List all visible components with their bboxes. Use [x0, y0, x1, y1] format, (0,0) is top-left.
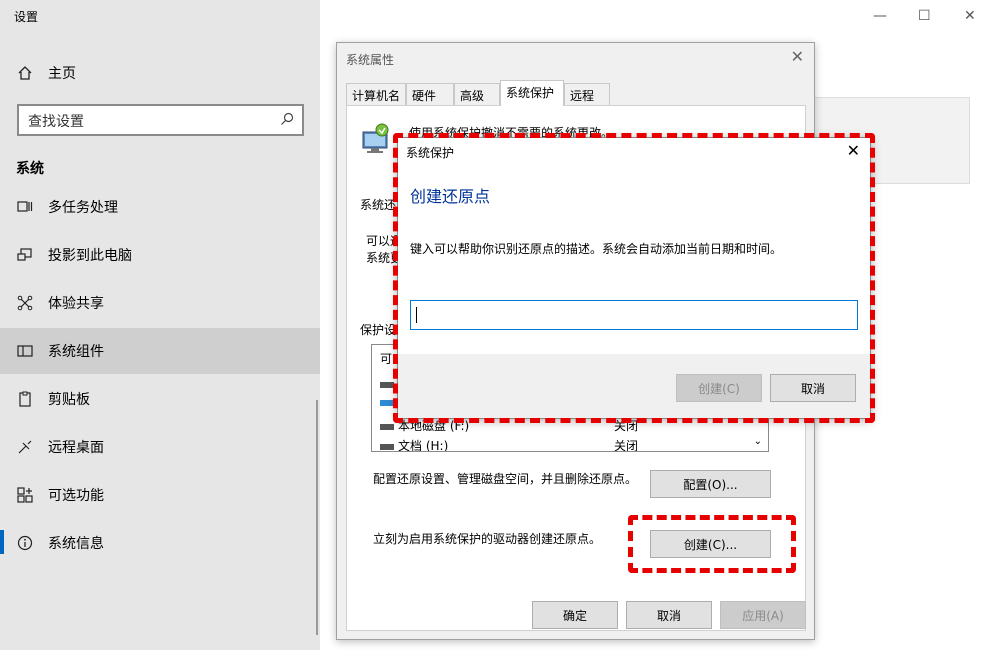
dialog-title: 系统保护 — [406, 146, 455, 160]
home-icon — [16, 64, 34, 82]
dialog-heading: 创建还原点 — [410, 187, 491, 206]
configure-button[interactable]: 配置(O)... — [650, 470, 771, 498]
chevron-down-icon[interactable]: ⌄ — [754, 436, 762, 447]
search-icon — [280, 112, 294, 126]
tab-computer-name[interactable]: 计算机名 — [346, 83, 406, 105]
selection-indicator — [0, 530, 4, 554]
drive-status: 关闭 — [614, 419, 639, 433]
sidebar-item-multitask[interactable]: 多任务处理 — [0, 184, 320, 230]
drive-icon — [380, 399, 394, 406]
info-icon — [16, 534, 34, 552]
create-restore-point-dialog: 系统保护 ✕ 创建还原点 键入可以帮助你识别还原点的描述。系统会自动添加当前日期… — [397, 137, 871, 419]
tab-remote[interactable]: 远程 — [564, 83, 610, 105]
tab-system-protection[interactable]: 系统保护 — [500, 80, 564, 106]
sidebar-item-label: 体验共享 — [48, 296, 104, 312]
list-item[interactable]: 本地磁盘 (F:) 关闭 — [380, 417, 638, 434]
drive-icon — [380, 443, 394, 450]
create-restore-point-button[interactable]: 创建(C)... — [650, 530, 771, 558]
dialog-create-button[interactable]: 创建(C) — [676, 374, 762, 402]
ok-button[interactable]: 确定 — [532, 601, 618, 629]
search-placeholder: 查找设置 — [28, 114, 84, 130]
maximize-button[interactable]: ☐ — [918, 8, 931, 24]
project-icon — [16, 246, 34, 264]
dialog-cancel-button[interactable]: 取消 — [770, 374, 856, 402]
sidebar-scrollbar[interactable] — [316, 400, 318, 635]
app-title: 设置 — [14, 10, 39, 24]
close-window-button[interactable]: ✕ — [964, 8, 976, 24]
drive-status: 关闭 — [614, 439, 639, 452]
clipboard-icon — [16, 390, 34, 408]
list-header: 可 — [380, 352, 393, 366]
minimize-button[interactable]: — — [873, 8, 887, 24]
sidebar-item-label: 可选功能 — [48, 488, 104, 504]
optional-features-icon — [16, 486, 34, 504]
remote-desktop-icon — [16, 438, 34, 456]
window-title: 系统属性 — [346, 53, 395, 67]
text-caret — [416, 307, 417, 323]
tab-hardware[interactable]: 硬件 — [406, 83, 454, 105]
sidebar-item-home[interactable]: 主页 — [0, 50, 320, 96]
computer-icon — [360, 122, 392, 156]
restore-point-description-input[interactable] — [410, 300, 858, 330]
drive-icon — [380, 381, 394, 388]
close-icon[interactable]: ✕ — [847, 141, 860, 160]
search-input[interactable]: 查找设置 — [17, 104, 304, 136]
create-description: 立刻为启用系统保护的驱动器创建还原点。 — [373, 532, 602, 546]
drive-name: 文档 (H:) — [398, 439, 449, 452]
close-icon[interactable]: ✕ — [791, 47, 804, 66]
sidebar-item-share[interactable]: 体验共享 — [0, 280, 320, 326]
sidebar-item-remote-desktop[interactable]: 远程桌面 — [0, 424, 320, 470]
cancel-button[interactable]: 取消 — [626, 601, 712, 629]
drive-name: 本地磁盘 (F:) — [398, 419, 470, 433]
components-icon — [16, 342, 34, 360]
sidebar-item-label: 多任务处理 — [48, 200, 118, 216]
dialog-body: 系统保护 ✕ 创建还原点 键入可以帮助你识别还原点的描述。系统会自动添加当前日期… — [398, 138, 870, 354]
protection-settings-label: 保护设 — [360, 323, 397, 337]
multitask-icon — [16, 198, 34, 216]
list-item[interactable] — [380, 377, 398, 391]
configure-description: 配置还原设置、管理磁盘空间，并且删除还原点。 — [373, 472, 638, 486]
sidebar-item-clipboard[interactable]: 剪贴板 — [0, 376, 320, 422]
share-icon — [16, 294, 34, 312]
sidebar-item-label: 投影到此电脑 — [48, 248, 132, 264]
sidebar-item-label: 系统信息 — [48, 536, 104, 552]
sidebar-item-about[interactable]: 系统信息 — [0, 520, 320, 566]
sidebar-item-components[interactable]: 系统组件 — [0, 328, 320, 374]
sidebar-item-project[interactable]: 投影到此电脑 — [0, 232, 320, 278]
list-item[interactable]: 文档 (H:) 关闭 — [380, 437, 638, 452]
settings-sidebar: 设置 主页 查找设置 系统 多任务处理 投影到此电脑 体验共享 系统组件 剪贴板… — [0, 0, 320, 650]
drive-icon — [380, 423, 394, 430]
system-restore-label: 系统还 — [360, 198, 397, 212]
sidebar-item-label: 主页 — [48, 66, 76, 82]
sidebar-item-label: 远程桌面 — [48, 440, 104, 456]
apply-button[interactable]: 应用(A) — [720, 601, 806, 629]
tab-advanced[interactable]: 高级 — [454, 83, 500, 105]
sidebar-item-optional-features[interactable]: 可选功能 — [0, 472, 320, 518]
section-title: 系统 — [16, 161, 44, 177]
sidebar-item-label: 系统组件 — [48, 344, 104, 360]
list-item[interactable] — [380, 395, 398, 409]
sidebar-item-label: 剪贴板 — [48, 392, 90, 408]
dialog-description: 键入可以帮助你识别还原点的描述。系统会自动添加当前日期和时间。 — [410, 242, 783, 256]
